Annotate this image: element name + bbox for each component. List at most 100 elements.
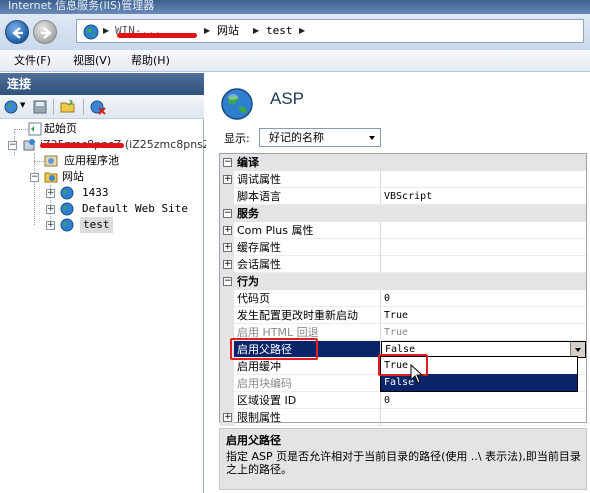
expand-icon[interactable]: + [223,260,232,269]
chevron-right-icon: ▶ [103,26,110,35]
collapse-icon[interactable]: − [30,173,39,182]
redaction-mark [117,33,197,38]
property-row[interactable]: + 限制属性 [220,409,586,426]
tree-node-app-pools[interactable]: 应用程序池 [44,153,202,169]
description-title: 启用父路径 [226,434,281,447]
expand-icon[interactable]: + [46,205,55,214]
property-value [381,256,586,273]
property-value [381,409,586,426]
property-value[interactable]: True [381,307,586,324]
globe-icon [60,202,74,216]
menu-file[interactable]: 文件(F) [14,54,51,68]
property-row[interactable]: + Com Plus 属性 [220,222,586,239]
back-button[interactable] [5,20,29,44]
dropdown-arrow-icon[interactable]: ▼ [20,101,25,109]
chevron-down-icon[interactable] [570,342,585,357]
page-title: ASP [270,89,305,108]
disconnect-icon[interactable] [90,99,106,115]
row-margin: + [220,409,234,426]
chevron-right-icon: ▶ [204,26,211,35]
display-select[interactable]: 好记的名称 [259,128,381,147]
expand-icon[interactable]: + [223,226,232,235]
row-margin [220,290,234,307]
property-value[interactable]: VBScript [381,188,586,205]
row-margin [220,392,234,409]
tree-line [34,153,35,225]
tree-node-server[interactable]: − iZ25zmc8pnsZ (iZ25zmc8pnsZ [2,137,210,153]
property-name: 缓存属性 [234,239,381,256]
chevron-right-icon: ▶ [299,26,306,35]
feature-pane: ASP 显示: 好记的名称 − 编译 + 调试属性 脚本语言 VBScript … [206,73,590,493]
arrow-right-icon [41,27,52,39]
tree-node-sites[interactable]: − 网站 [28,169,202,185]
property-row[interactable]: + 会话属性 [220,256,586,273]
expand-icon[interactable]: + [46,189,55,198]
connections-pane: 连接 ▼ 起始页 − iZ25zmc8pnsZ (iZ25zmc8pnsZ 应用… [0,73,210,493]
server-icon [23,139,35,151]
property-value[interactable]: 0 [381,392,586,409]
display-select-value: 好记的名称 [269,131,324,144]
annotation-highlight [230,338,318,360]
globe-icon [83,24,99,40]
row-margin [220,375,234,392]
forward-button[interactable] [33,20,57,44]
expand-icon[interactable]: + [223,413,232,422]
property-value [381,171,586,188]
category-label: 服务 [237,207,259,220]
property-value [381,222,586,239]
expand-icon[interactable]: + [46,221,55,230]
property-value[interactable]: 0 [381,290,586,307]
property-name: 区域设置 ID [234,392,381,409]
open-folder-icon[interactable] [60,99,76,115]
description-panel: 启用父路径 指定 ASP 页是否允许相对于当前目录的路径(使用 ..\ 表示法)… [219,428,587,490]
collapse-icon[interactable]: − [8,141,17,150]
menu-bar: 文件(F) 视图(V) 帮助(H) [0,50,590,72]
property-name: 启用块编码 [234,375,381,392]
toolbar-divider [83,99,84,115]
tree-node-site[interactable]: + Default Web Site [44,201,202,217]
collapse-icon[interactable]: − [223,209,232,218]
address-box[interactable]: ▶ WIN-... ▶ 网站 ▶ test ▶ [76,19,584,43]
globe-icon [60,218,74,232]
tree-node-start-page[interactable]: 起始页 [22,121,202,137]
property-value[interactable]: True [381,324,586,341]
tree-node-site-selected[interactable]: + test [44,217,202,233]
connections-header: 连接 [0,73,204,95]
menu-help[interactable]: 帮助(H) [131,54,170,68]
property-name: 会话属性 [234,256,381,273]
property-name: 代码页 [234,290,381,307]
property-row[interactable]: + 缓存属性 [220,239,586,256]
expand-icon[interactable]: + [223,175,232,184]
arrow-left-icon [12,27,23,39]
property-row[interactable]: + 调试属性 [220,171,586,188]
collapse-icon[interactable]: − [223,158,232,167]
row-margin: + [220,239,234,256]
category-behavior[interactable]: − 行为 [220,273,586,290]
window-title: Internet 信息服务(IIS)管理器 [0,0,590,14]
tree-label: 1433 [82,186,109,199]
app-pool-icon [44,155,58,167]
redaction-mark [40,143,124,148]
row-margin: + [220,256,234,273]
connections-toolbar: ▼ [0,95,204,119]
address-bar-area: ▶ WIN-... ▶ 网站 ▶ test ▶ [0,14,590,50]
property-name: 发生配置更改时重新启动 [234,307,381,324]
category-compile[interactable]: − 编译 [220,154,586,171]
property-row[interactable]: 代码页 0 [220,290,586,307]
start-page-icon [28,122,42,136]
menu-view[interactable]: 视图(V) [73,54,111,68]
category-services[interactable]: − 服务 [220,205,586,222]
expand-icon[interactable]: + [223,243,232,252]
breadcrumb-test[interactable]: test [266,24,293,38]
property-row[interactable]: 发生配置更改时重新启动 True [220,307,586,324]
breadcrumb-sites[interactable]: 网站 [217,24,239,38]
property-row[interactable]: 区域设置 ID 0 [220,392,586,409]
row-margin [220,358,234,375]
property-row[interactable]: 脚本语言 VBScript [220,188,586,205]
save-icon[interactable] [32,99,48,115]
description-text: 指定 ASP 页是否允许相对于当前目录的路径(使用 ..\ 表示法),即当前目录… [226,450,581,476]
tree-node-site[interactable]: + 1433 [44,185,202,201]
chevron-down-icon[interactable] [365,129,380,146]
connect-globe-icon[interactable] [4,99,20,115]
collapse-icon[interactable]: − [223,277,232,286]
